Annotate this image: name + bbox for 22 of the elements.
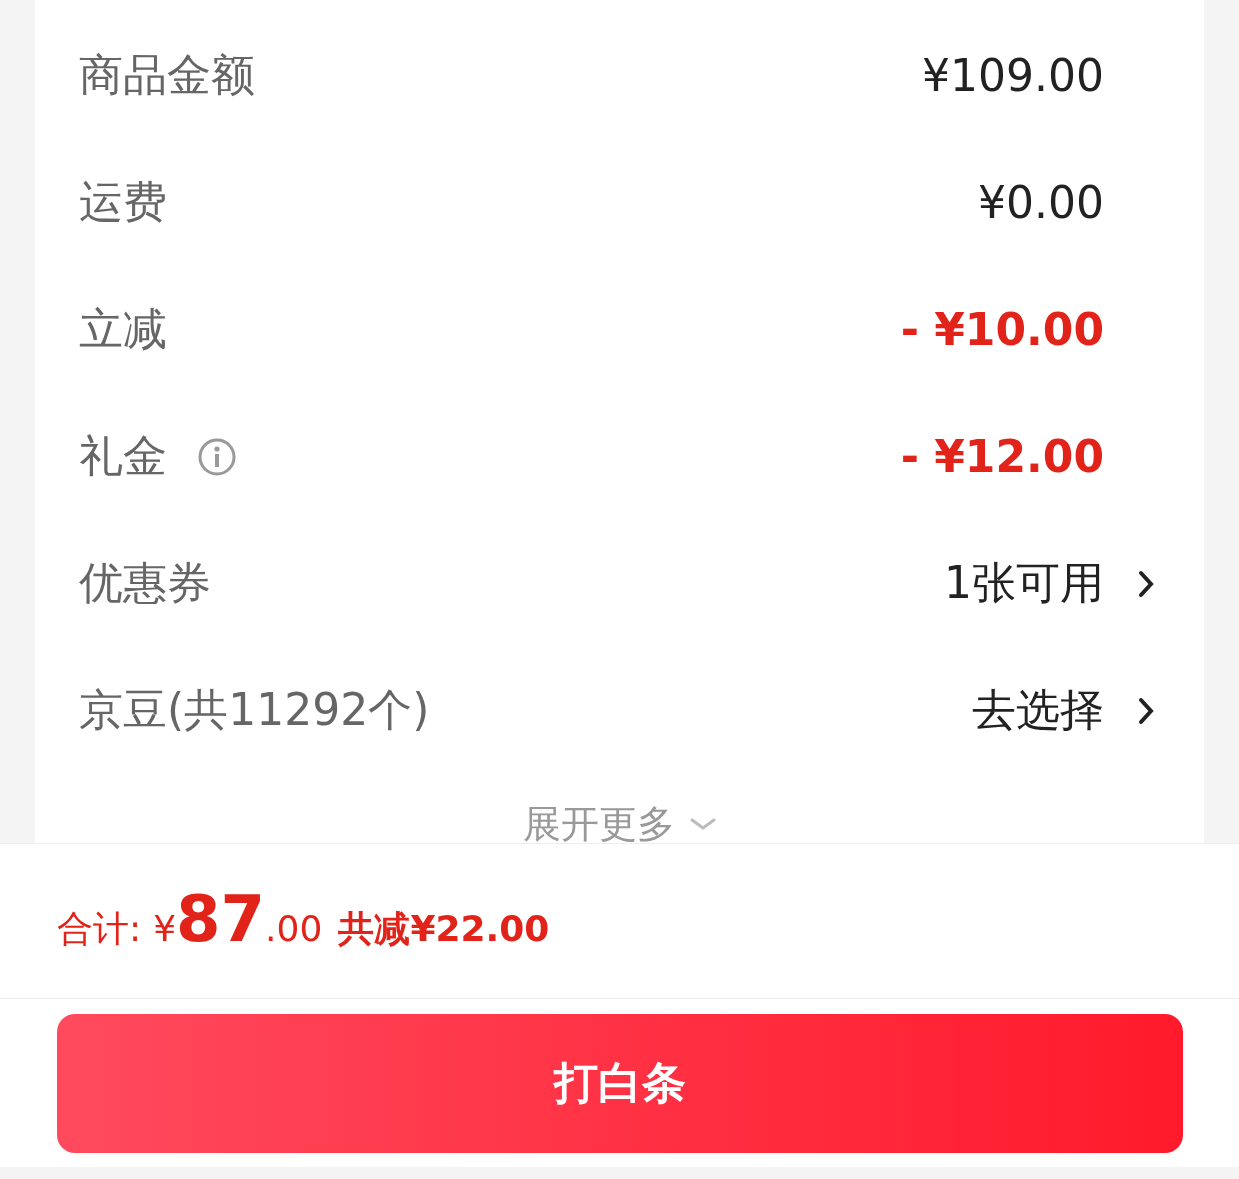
- total-decimal: .00: [265, 908, 323, 949]
- savings-text: 共减¥22.00: [338, 907, 550, 951]
- row-label: 商品金额: [79, 48, 255, 102]
- row-value: - ¥12.00: [900, 431, 1104, 482]
- row-label: 运费: [79, 175, 167, 229]
- chevron-down-icon: [688, 817, 717, 831]
- chevron-right-icon: [1138, 569, 1154, 598]
- total-amount: 87: [176, 882, 266, 956]
- row-value: ¥0.00: [978, 177, 1104, 228]
- row-value: - ¥10.00: [900, 304, 1104, 355]
- row-value[interactable]: 去选择: [972, 681, 1104, 740]
- row-label: 立减: [79, 302, 167, 356]
- row-label: 礼金: [79, 429, 167, 483]
- pay-button[interactable]: 打白条: [57, 1014, 1183, 1153]
- total-label: 合计:: [57, 907, 142, 951]
- currency-sign: ¥: [153, 908, 177, 949]
- row-label: 京豆(共11292个): [79, 683, 430, 737]
- info-icon[interactable]: [197, 436, 237, 477]
- row-value[interactable]: 1张可用: [944, 554, 1104, 613]
- row-label: 优惠券: [79, 556, 211, 610]
- chevron-right-icon: [1138, 696, 1154, 725]
- row-value: ¥109.00: [922, 50, 1104, 101]
